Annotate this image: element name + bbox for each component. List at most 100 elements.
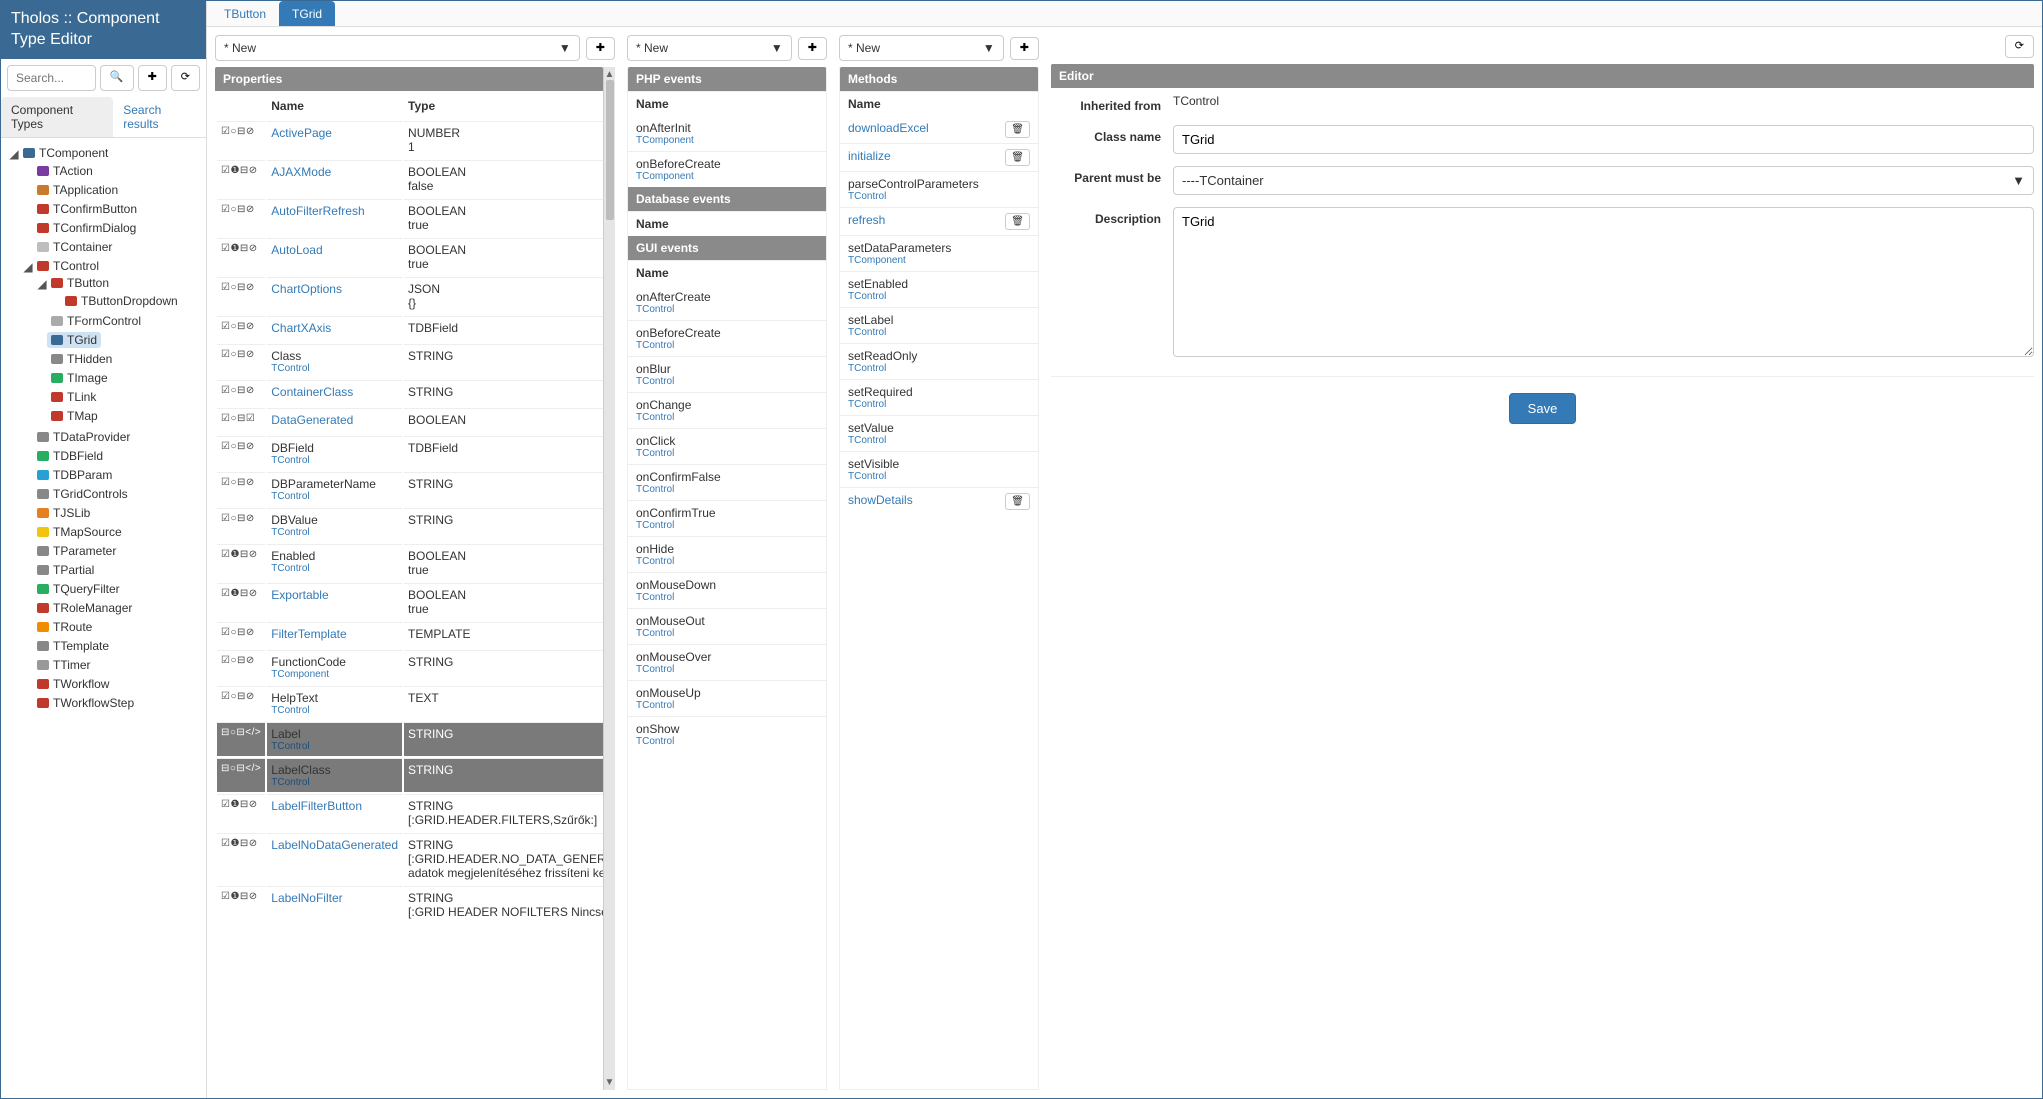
property-name[interactable]: ChartXAxis [271,321,331,335]
sidebar-tab-types[interactable]: Component Types [1,97,113,137]
scroll-thumb[interactable] [606,80,614,220]
item-origin[interactable]: TControl [636,736,679,747]
property-origin[interactable]: TControl [271,527,398,538]
property-origin[interactable]: TControl [271,491,398,502]
properties-scrollbar[interactable]: ▲ ▼ [603,67,615,1090]
tree-node[interactable]: TImage [47,370,112,386]
tree-node[interactable]: TTemplate [33,638,113,654]
add-type-button[interactable]: ✚ [138,65,167,91]
item-origin[interactable]: TControl [848,291,908,302]
search-input[interactable] [7,65,96,91]
editor-refresh-button[interactable]: ⟳ [2005,35,2034,58]
property-name[interactable]: AJAXMode [271,165,331,179]
property-origin[interactable]: TControl [271,705,398,716]
tree-node[interactable]: TConfirmDialog [33,220,140,236]
property-name[interactable]: AutoLoad [271,243,322,257]
tree-node[interactable]: TDataProvider [33,429,134,445]
item-origin[interactable]: TControl [848,399,913,410]
tree-node[interactable]: TRoute [33,619,96,635]
delete-button[interactable]: 🗑 [1005,213,1030,230]
property-origin[interactable]: TControl [271,741,398,752]
property-name[interactable]: Exportable [271,588,328,602]
tree-node[interactable]: TControl [33,258,103,274]
item-origin[interactable]: TControl [636,700,701,711]
tab[interactable]: TButton [211,1,279,26]
property-origin[interactable]: TControl [271,363,398,374]
tree-node[interactable]: TMapSource [33,524,126,540]
item-origin[interactable]: TControl [636,412,691,423]
item-origin[interactable]: TControl [848,191,979,202]
search-button[interactable]: 🔍 [100,65,134,91]
input-classname[interactable] [1173,125,2034,154]
item-origin[interactable]: TComponent [636,171,721,182]
save-button[interactable]: Save [1509,393,1577,424]
property-name[interactable]: ChartOptions [271,282,342,296]
property-name[interactable]: ActivePage [271,126,332,140]
tree-node[interactable]: TDBParam [33,467,116,483]
events-body[interactable]: PHP events Name onAfterInitTComponentonB… [627,67,827,1090]
item-name[interactable]: refresh [848,213,885,227]
tree-node[interactable]: TGrid [47,332,101,348]
properties-new-select[interactable]: * New ▼ [215,35,580,61]
item-origin[interactable]: TControl [636,664,711,675]
tree-node[interactable]: TAction [33,163,97,179]
tree-node[interactable]: TContainer [33,239,116,255]
property-name[interactable]: FilterTemplate [271,627,346,641]
property-name[interactable]: ContainerClass [271,385,353,399]
item-name[interactable]: initialize [848,149,891,163]
item-origin[interactable]: TControl [636,376,674,387]
item-origin[interactable]: TControl [636,592,716,603]
tree-toggle-icon[interactable]: ◢ [23,260,33,274]
refresh-button[interactable]: ⟳ [171,65,200,91]
item-origin[interactable]: TControl [848,435,894,446]
tree-node[interactable]: TTimer [33,657,95,673]
property-origin[interactable]: TControl [271,563,398,574]
tree-node[interactable]: TComponent [19,145,112,161]
scroll-up-icon[interactable]: ▲ [605,69,615,80]
methods-body[interactable]: Methods Name downloadExcel🗑initialize🗑pa… [839,67,1039,1090]
tree-node[interactable]: TLink [47,389,100,405]
item-origin[interactable]: TControl [636,448,675,459]
properties-panel-scroll[interactable]: Properties Name Type ☑○⊟⊘ActivePageNUMBE… [215,67,603,1090]
property-name[interactable]: LabelNoDataGenerated [271,838,398,852]
item-origin[interactable]: TControl [636,556,674,567]
item-origin[interactable]: TControl [636,304,711,315]
tree-node[interactable]: TFormControl [47,313,145,329]
item-origin[interactable]: TControl [848,471,899,482]
sidebar-tab-results[interactable]: Search results [113,97,206,137]
tree-toggle-icon[interactable]: ◢ [9,147,19,161]
property-origin[interactable]: TControl [271,455,398,466]
item-origin[interactable]: TControl [636,520,716,531]
item-origin[interactable]: TComponent [848,255,951,266]
delete-button[interactable]: 🗑 [1005,149,1030,166]
property-origin[interactable]: TControl [271,777,398,788]
delete-button[interactable]: 🗑 [1005,493,1030,510]
tree-node[interactable]: TRoleManager [33,600,136,616]
events-add-button[interactable]: ✚ [798,37,827,60]
tree-node[interactable]: TParameter [33,543,120,559]
tree-node[interactable]: TWorkflowStep [33,695,138,711]
scroll-down-icon[interactable]: ▼ [605,1077,615,1088]
tree-node[interactable]: TButtonDropdown [61,293,182,309]
item-origin[interactable]: TControl [636,340,721,351]
item-origin[interactable]: TControl [848,363,917,374]
tree-node[interactable]: TButton [47,275,113,291]
tree-node[interactable]: THidden [47,351,116,367]
item-origin[interactable]: TControl [636,484,721,495]
property-origin[interactable]: TComponent [271,669,398,680]
tree-node[interactable]: TWorkflow [33,676,113,692]
tree-node[interactable]: TGridControls [33,486,132,502]
delete-button[interactable]: 🗑 [1005,121,1030,138]
property-name[interactable]: LabelNoFilter [271,891,342,905]
tree-node[interactable]: TPartial [33,562,98,578]
methods-new-select[interactable]: * New ▼ [839,35,1004,61]
events-new-select[interactable]: * New ▼ [627,35,792,61]
tree-toggle-icon[interactable]: ◢ [37,277,47,291]
methods-add-button[interactable]: ✚ [1010,37,1039,60]
tab[interactable]: TGrid [279,1,335,26]
tree-node[interactable]: TApplication [33,182,122,198]
tree-node[interactable]: TDBField [33,448,107,464]
property-name[interactable]: LabelFilterButton [271,799,362,813]
item-name[interactable]: downloadExcel [848,121,929,135]
select-parent-must-be[interactable]: ----TContainer ▼ [1173,166,2034,195]
